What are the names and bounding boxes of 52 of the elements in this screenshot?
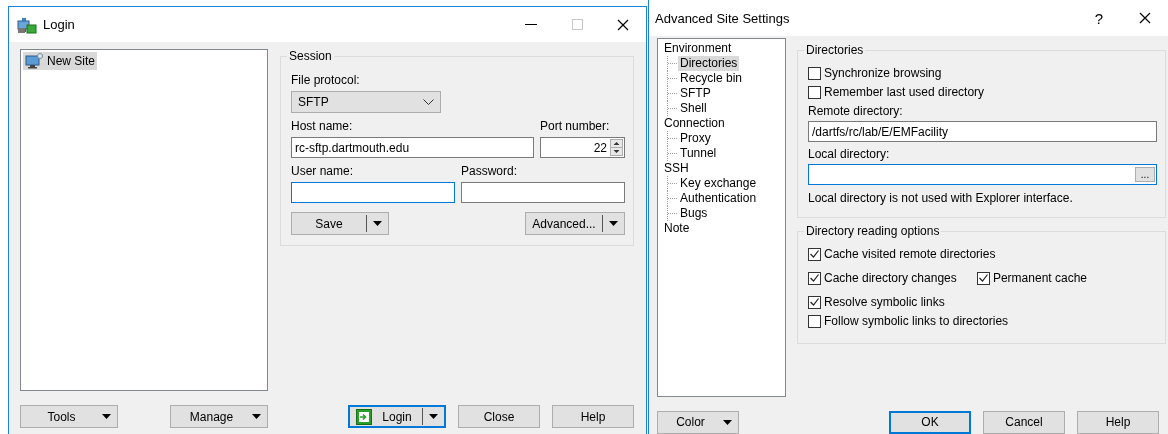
tree-item[interactable]: Key exchange (678, 176, 759, 191)
field-label: File protocol: (291, 73, 361, 87)
checkbox-label: Synchronize browsing (824, 66, 942, 80)
checkbox-label: Follow symbolic links to directories (824, 314, 1009, 328)
tree-item[interactable]: SSH (662, 160, 691, 176)
field-label: Host name: (291, 119, 354, 133)
button[interactable]: OK (889, 410, 971, 434)
window-title: Advanced Site Settings (655, 10, 790, 26)
checkbox-label: Cache directory changes (824, 271, 957, 285)
checkbox-label: Cache visited remote directories (824, 247, 996, 261)
dropdown-button[interactable]: Manage (170, 405, 268, 428)
save-button[interactable]: Save (291, 212, 389, 235)
tree-item[interactable]: Bugs (678, 206, 710, 221)
tree-item[interactable]: Proxy (678, 131, 713, 146)
local-directory-field[interactable]: ... (808, 164, 1157, 185)
port-number-field[interactable]: 22 (540, 137, 625, 158)
field-label: Port number: (540, 119, 611, 133)
field-label: User name: (291, 164, 355, 178)
remote-directory-field[interactable]: /dartfs/rc/lab/E/EMFacility (808, 121, 1157, 142)
advanced-button[interactable]: Advanced... (525, 212, 625, 235)
group-label: Directories (805, 43, 865, 57)
tree-item[interactable]: Note (662, 220, 692, 236)
button[interactable]: Help (1077, 410, 1159, 434)
host-name-field[interactable]: rc-sftp.dartmouth.edu (291, 137, 534, 158)
button[interactable]: Help (552, 405, 634, 428)
field-label: Local directory: (808, 147, 891, 161)
info-text: Local directory is not used with Explorer interface. (808, 191, 1074, 205)
window-title: Login (43, 17, 75, 32)
dropdown-button[interactable]: Tools (20, 405, 118, 428)
field-label: Remote directory: (808, 104, 904, 118)
tree-item[interactable]: Recycle bin (678, 71, 745, 86)
tree-item[interactable]: Authentication (678, 191, 759, 206)
field-label: Password: (461, 164, 519, 178)
group-label: Directory reading options (805, 224, 941, 238)
checkbox-label: Permanent cache (992, 271, 1087, 285)
browse-button[interactable]: ... (1135, 167, 1155, 182)
tree-item[interactable]: Shell (678, 101, 709, 116)
checkbox-label: Resolve symbolic links (824, 295, 945, 309)
button[interactable]: Login (348, 405, 446, 428)
tree-item[interactable]: Environment (662, 40, 734, 56)
checkbox-label: Remember last used directory (824, 85, 985, 99)
dropdown-button[interactable]: Color (657, 410, 739, 434)
button[interactable]: Cancel (983, 410, 1065, 434)
tree-item[interactable]: Tunnel (678, 146, 719, 161)
tree-item[interactable]: New Site (23, 52, 98, 70)
tree-item[interactable]: Connection (662, 115, 727, 131)
tree-item[interactable]: SFTP (678, 86, 713, 101)
button[interactable]: Close (458, 405, 540, 428)
tree-item[interactable]: Directories (678, 56, 740, 71)
protocol-dropdown[interactable]: SFTP (291, 91, 441, 113)
help-button[interactable]: ? (1076, 3, 1122, 33)
group-label: Session (288, 49, 333, 63)
